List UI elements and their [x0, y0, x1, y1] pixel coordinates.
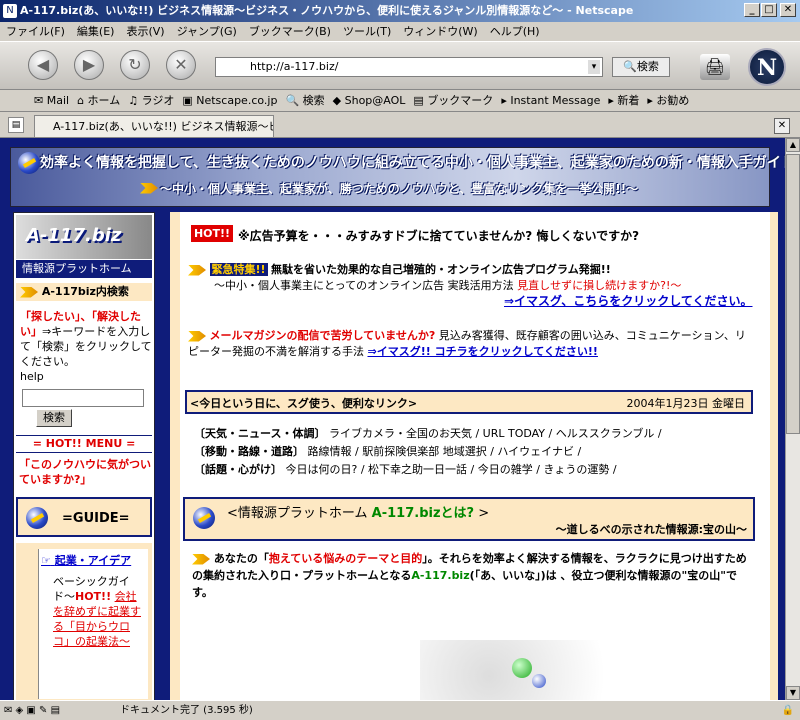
platform-label: 情報源プラットホーム	[16, 260, 152, 278]
platform-box: <情報源プラットホーム A-117.bizとは? > 〜道しるべの示された情報源…	[183, 497, 755, 541]
site-search-input[interactable]	[22, 389, 144, 407]
menu-view[interactable]: 表示(V)	[120, 22, 170, 42]
forward-button[interactable]: ▶	[74, 50, 104, 80]
status-bar: ✉ ◈ ▣ ✎ ▤ ドキュメント完了 (3.595 秒) 🔒	[0, 700, 800, 720]
special-link[interactable]: ⇒イマスグ、こちらをクリックしてください。	[504, 292, 754, 309]
security-lock-icon: 🔒	[781, 705, 794, 716]
menu-help[interactable]: ヘルプ(H)	[484, 22, 546, 42]
banner-headline: 効率よく情報を把握して、生き抜くためのノウハウに組み立てる中小・個人事業主、起業…	[40, 155, 795, 171]
arrow-icon	[20, 286, 38, 298]
status-text: ドキュメント完了 (3.595 秒)	[120, 705, 253, 716]
category-link[interactable]: ☞ 起業・アイデア	[41, 553, 146, 568]
menu-go[interactable]: ジャンプ(G)	[171, 22, 243, 42]
site-logo[interactable]: A-117.biz	[16, 215, 152, 259]
reload-button[interactable]: ↻	[120, 50, 150, 80]
stop-button[interactable]: ✕	[166, 50, 196, 80]
guide-item[interactable]: ベーシックガイド〜HOT!! 会社を辞めずに起業する「目からウロコ」の起業法〜	[41, 574, 146, 649]
scroll-thumb[interactable]	[786, 154, 800, 434]
banner-subline: 〜中小・個人事業主、起業家が、勝つためのノウハウと、豊富なリンク集を一挙公開!!…	[160, 182, 639, 196]
url-dropdown-icon[interactable]: ▾	[588, 60, 600, 74]
close-tab-icon[interactable]: ✕	[774, 118, 790, 134]
sphere-icon	[26, 507, 48, 529]
hot-question: 「このノウハウに気がついていますか?」	[19, 458, 151, 486]
back-button[interactable]: ◀	[28, 50, 58, 80]
logo-sphere-icon	[18, 152, 40, 174]
mail-magazine: メールマガジンの配信で苦労していませんか? 見込み客獲得、既存顧客の囲い込み、コ…	[188, 329, 746, 358]
home-link[interactable]: ⌂ ホーム	[73, 90, 124, 111]
magnifier-icon: 🔍	[623, 60, 637, 73]
bookmark-link[interactable]: ▤ ブックマーク	[409, 90, 497, 111]
menu-bookmarks[interactable]: ブックマーク(B)	[243, 22, 337, 42]
netscape-icon: N	[3, 4, 17, 18]
site-search-title: A-117biz内検索	[16, 283, 152, 301]
search-link[interactable]: 🔍 検索	[281, 90, 328, 111]
url-field[interactable]: http://a-117.biz/	[215, 57, 603, 77]
window-title: A-117.biz(あ、いいな!!) ビジネス情報源〜ビジネス・ノウハウから、便…	[0, 0, 800, 22]
new-link[interactable]: ▸ 新着	[604, 90, 643, 111]
shop-link[interactable]: ◆ Shop@AOL	[329, 90, 410, 111]
link-row[interactable]: 〔天気・ニュース・体調〕 ライブカメラ・全国のお天気 / URL TODAY /…	[194, 425, 754, 443]
mail-link[interactable]: ⇒イマスグ!! コチラをクリックしてください!!	[368, 345, 598, 358]
hot-menu-title: = HOT!! MENU =	[16, 435, 152, 453]
link-row[interactable]: 〔話題・心がけ〕 今日は何の日? / 松下幸之助一日一話 / 今日の雑学 / き…	[194, 461, 754, 479]
instant-message-link[interactable]: ▸ Instant Message	[497, 90, 604, 111]
search-description: 「探したい」、「解決したい」⇒キーワードを入力して「検索」をクリックしてください…	[20, 310, 152, 383]
platform-subtitle: 〜道しるべの示された情報源:宝の山〜	[555, 523, 747, 536]
print-icon[interactable]: 🖨	[700, 54, 730, 80]
close-button[interactable]: ✕	[780, 3, 796, 17]
radio-link[interactable]: ♫ ラジオ	[124, 90, 178, 111]
vertical-scrollbar[interactable]: ▲ ▼	[785, 138, 800, 700]
sphere-icon	[193, 507, 215, 529]
menu-tools[interactable]: ツール(T)	[337, 22, 397, 42]
today-links-header: <今日という日に、スグ使う、便利なリンク> 2004年1月23日 金曜日	[185, 390, 753, 414]
menu-bar: ファイル(F) 編集(E) 表示(V) ジャンプ(G) ブックマーク(B) ツール(T) ウ…	[0, 22, 800, 42]
hand-pointer-icon: ☞	[41, 554, 51, 567]
search-button[interactable]: 🔍検索	[612, 57, 670, 77]
arrow-icon	[192, 553, 210, 565]
sidebar: A-117.biz 情報源プラットホーム A-117biz内検索 「探したい」、…	[13, 212, 155, 703]
arrow-icon	[188, 330, 206, 342]
menu-window[interactable]: ウィンドウ(W)	[397, 22, 483, 42]
recommend-link[interactable]: ▸ お勧め	[643, 90, 693, 111]
tab-active[interactable]: A-117.biz(あ、いいな!!) ビジネス情報源〜ビ...	[34, 115, 274, 137]
mail-link[interactable]: ✉ Mail	[30, 90, 73, 111]
arrow-icon	[188, 264, 206, 276]
new-tab-icon[interactable]: ▤	[8, 117, 24, 133]
platform-description: あなたの「抱えている悩みのテーマと目的」。それらを効率よく解決する情報を、ラクラ…	[192, 552, 747, 599]
today-links: 〔天気・ニュース・体調〕 ライブカメラ・全国のお天気 / URL TODAY /…	[194, 425, 754, 479]
special-feature: 緊急特集!! 無駄を省いた効果的な自己増殖的・オンライン広告プログラム発掘!! …	[188, 262, 758, 294]
menu-file[interactable]: ファイル(F)	[0, 22, 71, 42]
guide-box[interactable]: =GUIDE=	[16, 497, 152, 537]
menu-edit[interactable]: 編集(E)	[71, 22, 121, 42]
hot-badge: HOT!!	[191, 225, 233, 242]
decorative-image	[420, 640, 650, 700]
maximize-button[interactable]: □	[761, 3, 777, 17]
platform-title: <情報源プラットホーム A-117.bizとは? >	[227, 506, 490, 521]
netscape-link[interactable]: ▣ Netscape.co.jp	[178, 90, 281, 111]
minimize-button[interactable]: _	[744, 3, 760, 17]
link-row[interactable]: 〔移動・路線・道路〕 路線情報 / 駅前探険倶楽部 地域選択 / ハイウェイナビ…	[194, 443, 754, 461]
netscape-logo[interactable]: N	[748, 48, 786, 86]
site-search-button[interactable]: 検索	[36, 409, 72, 427]
arrow-icon	[140, 181, 158, 194]
guide-list: ☞ 起業・アイデア ベーシックガイド〜HOT!! 会社を辞めずに起業する「目から…	[16, 543, 152, 703]
status-icons: ✉ ◈ ▣ ✎ ▤	[4, 705, 61, 716]
personal-toolbar: ✉ Mail ⌂ ホーム ♫ ラジオ ▣ Netscape.co.jp 🔍 検索 ◆ Sh…	[0, 90, 800, 112]
ad-question: ※広告予算を・・・みすみすドブに捨てていませんか? 悔しくないですか?	[238, 229, 640, 243]
